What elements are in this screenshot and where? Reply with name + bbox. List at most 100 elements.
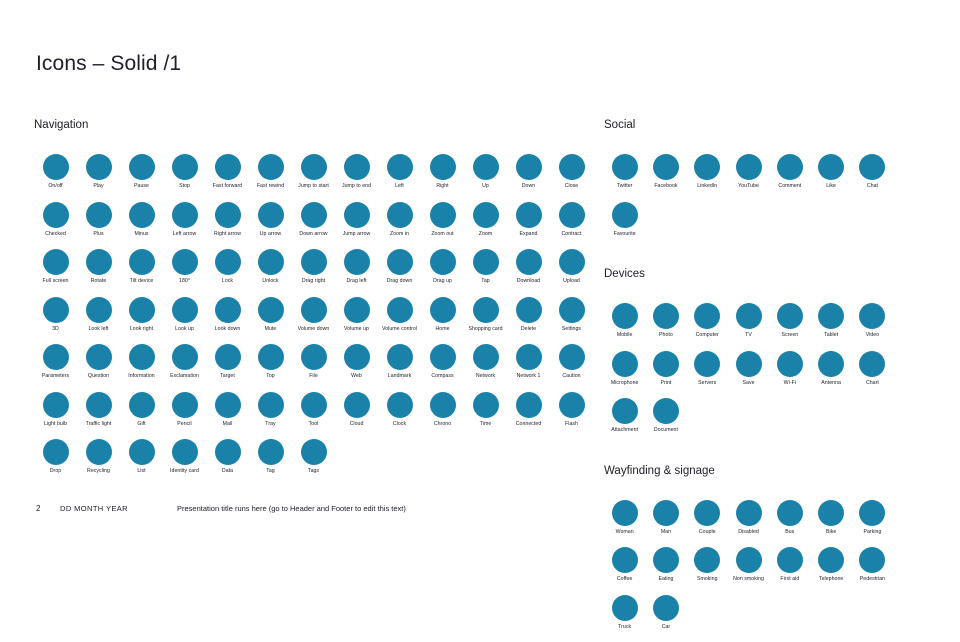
icon-cell[interactable]: Tool	[292, 392, 335, 440]
icon-cell[interactable]: Identity card	[163, 439, 206, 487]
icon-cell[interactable]: File	[292, 344, 335, 392]
icon-cell[interactable]: Unlock	[249, 249, 292, 297]
icon-cell[interactable]: Clock	[378, 392, 421, 440]
icon-cell[interactable]: Network 1	[507, 344, 550, 392]
icon-cell[interactable]: Up	[464, 154, 507, 202]
icon-cell[interactable]: Gift	[120, 392, 163, 440]
icon-cell[interactable]: Data	[206, 439, 249, 487]
icon-cell[interactable]: Volume control	[378, 297, 421, 345]
icon-cell[interactable]: Up arrow	[249, 202, 292, 250]
icon-cell[interactable]: Drag up	[421, 249, 464, 297]
icon-cell[interactable]: Save	[728, 351, 769, 399]
icon-cell[interactable]: Drop	[34, 439, 77, 487]
icon-cell[interactable]: Exclamation	[163, 344, 206, 392]
icon-cell[interactable]: Download	[507, 249, 550, 297]
icon-cell[interactable]: LinkedIn	[687, 154, 728, 202]
icon-cell[interactable]: TV	[728, 303, 769, 351]
icon-cell[interactable]: Settings	[550, 297, 593, 345]
icon-cell[interactable]: Mobile	[604, 303, 645, 351]
icon-cell[interactable]: Twitter	[604, 154, 645, 202]
icon-cell[interactable]: Tray	[249, 392, 292, 440]
icon-cell[interactable]: Zoom	[464, 202, 507, 250]
icon-cell[interactable]: Upload	[550, 249, 593, 297]
icon-cell[interactable]: Car	[645, 595, 686, 642]
icon-cell[interactable]: Home	[421, 297, 464, 345]
icon-cell[interactable]: 3D	[34, 297, 77, 345]
icon-cell[interactable]: Zoom in	[378, 202, 421, 250]
icon-cell[interactable]: On/off	[34, 154, 77, 202]
icon-cell[interactable]: Jump arrow	[335, 202, 378, 250]
icon-cell[interactable]: Fast forward	[206, 154, 249, 202]
icon-cell[interactable]: Attachment	[604, 398, 645, 446]
icon-cell[interactable]: Parameters	[34, 344, 77, 392]
icon-cell[interactable]: Microphone	[604, 351, 645, 399]
icon-cell[interactable]: Look right	[120, 297, 163, 345]
icon-cell[interactable]: Shopping card	[464, 297, 507, 345]
icon-cell[interactable]: Right	[421, 154, 464, 202]
icon-cell[interactable]: Target	[206, 344, 249, 392]
icon-cell[interactable]: Time	[464, 392, 507, 440]
icon-cell[interactable]: Stop	[163, 154, 206, 202]
icon-cell[interactable]: Connected	[507, 392, 550, 440]
icon-cell[interactable]: Pause	[120, 154, 163, 202]
icon-cell[interactable]: Expand	[507, 202, 550, 250]
icon-cell[interactable]: Look left	[77, 297, 120, 345]
icon-cell[interactable]: Down arrow	[292, 202, 335, 250]
icon-cell[interactable]: Flash	[550, 392, 593, 440]
icon-cell[interactable]: Information	[120, 344, 163, 392]
icon-cell[interactable]: Smoking	[687, 547, 728, 595]
icon-cell[interactable]: Jump to start	[292, 154, 335, 202]
icon-cell[interactable]: Volume down	[292, 297, 335, 345]
icon-cell[interactable]: Checked	[34, 202, 77, 250]
icon-cell[interactable]: Look up	[163, 297, 206, 345]
icon-cell[interactable]: Play	[77, 154, 120, 202]
icon-cell[interactable]: Photo	[645, 303, 686, 351]
icon-cell[interactable]: Top	[249, 344, 292, 392]
icon-cell[interactable]: Eating	[645, 547, 686, 595]
icon-cell[interactable]: Tablet	[810, 303, 851, 351]
icon-cell[interactable]: Telephone	[810, 547, 851, 595]
icon-cell[interactable]: Contract	[550, 202, 593, 250]
icon-cell[interactable]: Volume up	[335, 297, 378, 345]
icon-cell[interactable]: Truck	[604, 595, 645, 642]
icon-cell[interactable]: Tags	[292, 439, 335, 487]
icon-cell[interactable]: Computer	[687, 303, 728, 351]
icon-cell[interactable]: Full screen	[34, 249, 77, 297]
icon-cell[interactable]: Comment	[769, 154, 810, 202]
icon-cell[interactable]: Screen	[769, 303, 810, 351]
icon-cell[interactable]: Mute	[249, 297, 292, 345]
icon-cell[interactable]: Servers	[687, 351, 728, 399]
icon-cell[interactable]: Lock	[206, 249, 249, 297]
icon-cell[interactable]: Mail	[206, 392, 249, 440]
icon-cell[interactable]: Video	[852, 303, 893, 351]
icon-cell[interactable]: YouTube	[728, 154, 769, 202]
icon-cell[interactable]: Web	[335, 344, 378, 392]
icon-cell[interactable]: First aid	[769, 547, 810, 595]
icon-cell[interactable]: Facebook	[645, 154, 686, 202]
icon-cell[interactable]: Cloud	[335, 392, 378, 440]
icon-cell[interactable]: Jump to end	[335, 154, 378, 202]
icon-cell[interactable]: Right arrow	[206, 202, 249, 250]
icon-cell[interactable]: Delete	[507, 297, 550, 345]
icon-cell[interactable]: Plus	[77, 202, 120, 250]
icon-cell[interactable]: Tag	[249, 439, 292, 487]
icon-cell[interactable]: Coffee	[604, 547, 645, 595]
icon-cell[interactable]: Antenna	[810, 351, 851, 399]
icon-cell[interactable]: Recycling	[77, 439, 120, 487]
icon-cell[interactable]: 180°	[163, 249, 206, 297]
icon-cell[interactable]: List	[120, 439, 163, 487]
icon-cell[interactable]: Question	[77, 344, 120, 392]
icon-cell[interactable]: Pedestrian	[852, 547, 893, 595]
icon-cell[interactable]: Fast rewind	[249, 154, 292, 202]
icon-cell[interactable]: Close	[550, 154, 593, 202]
icon-cell[interactable]: Network	[464, 344, 507, 392]
icon-cell[interactable]: Print	[645, 351, 686, 399]
icon-cell[interactable]: Left	[378, 154, 421, 202]
icon-cell[interactable]: Chart	[852, 351, 893, 399]
icon-cell[interactable]: Traffic light	[77, 392, 120, 440]
icon-cell[interactable]: Wi-Fi	[769, 351, 810, 399]
icon-cell[interactable]: Chrono	[421, 392, 464, 440]
icon-cell[interactable]: Left arrow	[163, 202, 206, 250]
icon-cell[interactable]: Favourite	[604, 202, 645, 250]
icon-cell[interactable]: Pencil	[163, 392, 206, 440]
